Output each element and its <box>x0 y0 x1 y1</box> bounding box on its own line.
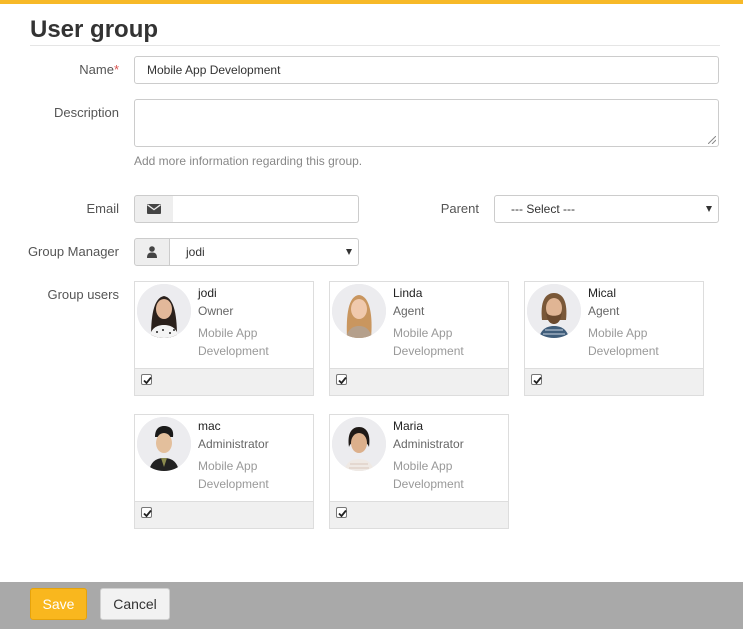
user-card-footer <box>525 368 703 395</box>
avatar <box>137 284 191 338</box>
user-card: Linda Agent Mobile App Development <box>329 281 509 396</box>
email-addon <box>134 195 174 223</box>
checkmark-icon <box>533 376 542 385</box>
user-checkbox[interactable] <box>531 374 542 385</box>
user-group-line1: Mobile App <box>393 459 453 473</box>
required-mark: * <box>113 62 119 77</box>
avatar <box>527 284 581 338</box>
parent-label: Parent <box>440 201 479 216</box>
user-name: Mical <box>588 286 617 300</box>
user-checkbox[interactable] <box>141 507 152 518</box>
description-textarea[interactable] <box>134 99 719 147</box>
name-input[interactable]: Mobile App Development <box>134 56 719 84</box>
user-group-line1: Mobile App <box>198 459 258 473</box>
user-checkbox[interactable] <box>336 374 347 385</box>
group-manager-select[interactable]: jodi <box>169 238 359 266</box>
user-card-footer <box>330 368 508 395</box>
checkmark-icon <box>143 376 152 385</box>
top-accent-bar <box>0 0 743 4</box>
user-checkbox[interactable] <box>336 507 347 518</box>
form-actions-bar: Save Cancel <box>0 582 743 629</box>
checkmark-icon <box>338 509 347 518</box>
chevron-down-icon <box>706 206 712 212</box>
user-group-line2: Development <box>393 477 464 491</box>
name-label: Name* <box>40 62 119 77</box>
user-name: Linda <box>393 286 423 300</box>
user-group-line2: Development <box>198 477 269 491</box>
user-card: Mical Agent Mobile App Development <box>524 281 704 396</box>
description-help-text: Add more information regarding this grou… <box>134 154 363 168</box>
group-manager-select-value: jodi <box>186 245 205 259</box>
email-input[interactable] <box>173 195 359 223</box>
avatar <box>137 417 191 471</box>
user-icon <box>147 246 157 258</box>
page-title: User group <box>30 16 159 43</box>
email-label: Email <box>86 201 119 216</box>
envelope-icon <box>147 204 161 214</box>
chevron-down-icon <box>346 249 352 255</box>
user-card: mac Administrator Mobile App Development <box>134 414 314 529</box>
user-group-line1: Mobile App <box>588 326 648 340</box>
resize-grip-icon[interactable] <box>708 136 716 144</box>
avatar <box>332 284 386 338</box>
user-role: Agent <box>393 304 425 318</box>
description-label: Description <box>53 105 119 120</box>
user-group-line2: Development <box>198 344 269 358</box>
user-name: jodi <box>198 286 217 300</box>
user-card-footer <box>330 501 508 528</box>
user-name: Maria <box>393 419 424 433</box>
user-name: mac <box>198 419 221 433</box>
user-card-footer <box>135 368 313 395</box>
save-button[interactable]: Save <box>30 588 87 620</box>
parent-select-value: --- Select --- <box>511 202 575 216</box>
user-group-line1: Mobile App <box>393 326 453 340</box>
parent-select[interactable]: --- Select --- <box>494 195 719 223</box>
title-divider <box>30 45 720 46</box>
user-card: Maria Administrator Mobile App Developme… <box>329 414 509 529</box>
checkmark-icon <box>143 509 152 518</box>
checkmark-icon <box>338 376 347 385</box>
user-role: Administrator <box>198 437 269 451</box>
user-checkbox[interactable] <box>141 374 152 385</box>
user-group-line2: Development <box>588 344 659 358</box>
group-users-label: Group users <box>47 287 119 302</box>
user-group-line2: Development <box>393 344 464 358</box>
user-card: jodi Owner Mobile App Development <box>134 281 314 396</box>
cancel-button[interactable]: Cancel <box>100 588 170 620</box>
user-card-footer <box>135 501 313 528</box>
user-role: Agent <box>588 304 620 318</box>
user-group-line1: Mobile App <box>198 326 258 340</box>
user-role: Owner <box>198 304 234 318</box>
avatar <box>332 417 386 471</box>
group-manager-addon <box>134 238 170 266</box>
group-manager-label: Group Manager <box>27 244 119 259</box>
name-label-text: Name <box>79 62 114 77</box>
user-role: Administrator <box>393 437 464 451</box>
